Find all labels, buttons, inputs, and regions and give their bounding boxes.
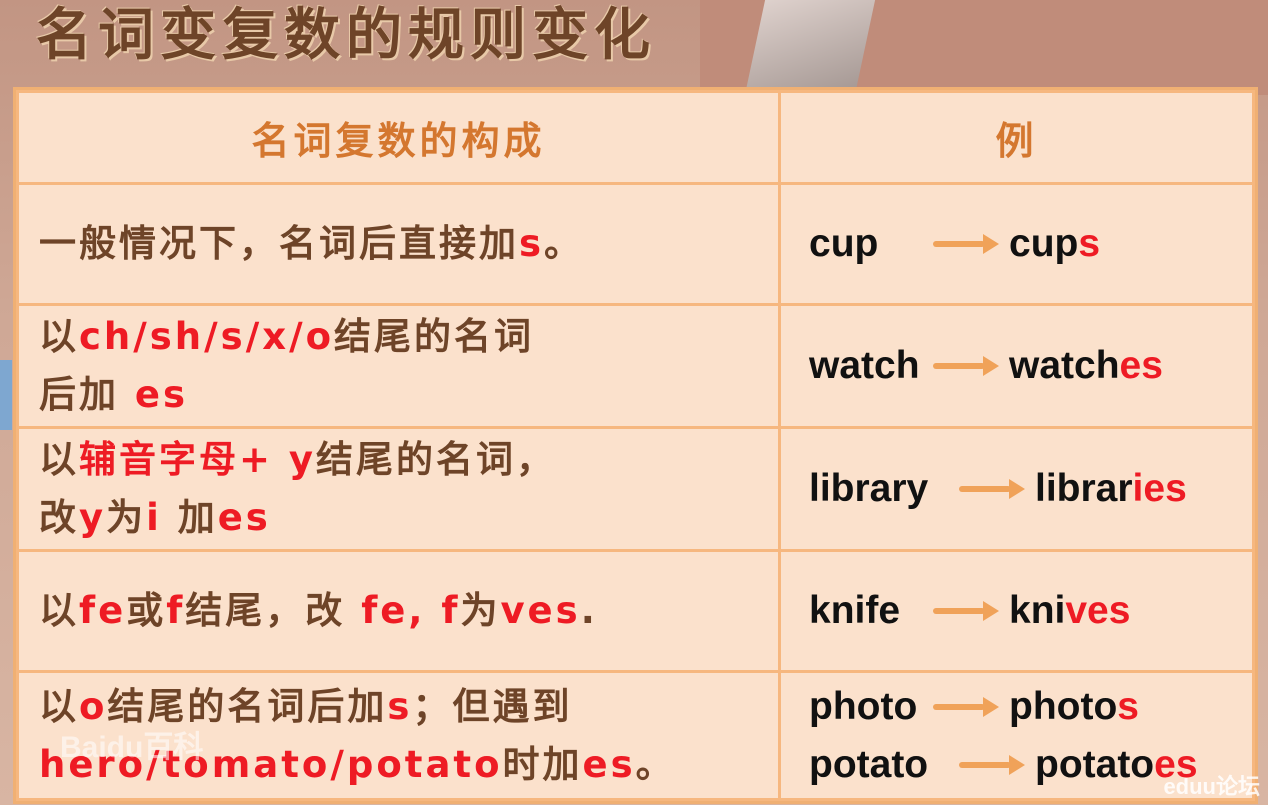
plural-suffix: es bbox=[1119, 344, 1163, 387]
header-formation: 名词复数的构成 bbox=[16, 90, 781, 185]
plural-word: knives bbox=[1009, 589, 1130, 633]
singular-word: watch bbox=[809, 344, 920, 387]
plural-suffix: s bbox=[1078, 222, 1101, 265]
rule-highlight: i bbox=[146, 496, 162, 539]
example-line: watch watches bbox=[809, 337, 1252, 395]
baidu-watermark: Baidu百科 bbox=[60, 731, 204, 764]
plural-base: watch bbox=[1009, 344, 1120, 387]
rule-text: 。 bbox=[544, 222, 585, 265]
rule-highlight: y bbox=[79, 496, 107, 539]
rule-highlight: f bbox=[166, 589, 186, 632]
rule-text: 时加 bbox=[502, 742, 583, 786]
example-line: photo photos bbox=[809, 678, 1252, 736]
rule-text: 以 bbox=[39, 438, 79, 481]
arrow-right-icon bbox=[959, 479, 1029, 499]
rule-text: 改 bbox=[39, 496, 79, 539]
rule-highlight: es bbox=[217, 496, 271, 539]
rule-highlight: ch/sh/s/x/o bbox=[79, 315, 334, 358]
table-row: 以fe或f结尾，改 fe, f为ves. knife knives bbox=[16, 549, 1255, 673]
arrow-right-icon bbox=[933, 356, 1003, 376]
page-title: 名词变复数的规则变化 bbox=[36, 3, 656, 68]
rule-text: 以 bbox=[39, 315, 79, 358]
rule-highlight: es bbox=[134, 373, 189, 416]
rule-highlight: es bbox=[582, 742, 636, 786]
plural-base: librar bbox=[1035, 467, 1133, 510]
singular-word: photo bbox=[809, 684, 918, 728]
table-row: 以ch/sh/s/x/o结尾的名词 后加 es watch watches bbox=[16, 303, 1255, 429]
rule-highlight: ves bbox=[500, 589, 581, 632]
singular-word: knife bbox=[809, 589, 901, 632]
singular-word: library bbox=[809, 467, 929, 510]
arrow-right-icon bbox=[933, 696, 1003, 717]
rule-text: 一般情况下，名词后直接加 bbox=[39, 222, 519, 265]
rule-line: 后加 es bbox=[39, 366, 778, 424]
example-line: cup cups bbox=[809, 215, 1252, 273]
rule-highlight: fe, f bbox=[361, 589, 461, 632]
header-example: 例 bbox=[778, 90, 1255, 185]
rule-highlight: s bbox=[519, 222, 545, 265]
rule-cell: 以fe或f结尾，改 fe, f为ves. bbox=[16, 549, 781, 673]
rule-text: . bbox=[580, 589, 598, 632]
rule-cell: 一般情况下，名词后直接加s。 bbox=[16, 182, 781, 306]
singular-word: potato bbox=[809, 742, 929, 786]
rule-cell: 以辅音字母+ y结尾的名词， 改y为i 加es bbox=[16, 426, 781, 552]
plural-suffix: ies bbox=[1132, 467, 1187, 510]
rule-text: 结尾的名词 bbox=[334, 315, 534, 358]
background-window bbox=[0, 360, 12, 430]
plural-word: watches bbox=[1009, 344, 1163, 388]
rule-text: 后加 bbox=[39, 373, 135, 416]
example-line: library libraries bbox=[809, 460, 1252, 518]
rule-line: 一般情况下，名词后直接加s。 bbox=[39, 215, 778, 273]
plural-word: cups bbox=[1009, 222, 1100, 266]
rule-text: 结尾，改 bbox=[185, 589, 362, 632]
rule-text: ；但遇到 bbox=[412, 684, 573, 728]
table-header-row: 名词复数的构成 例 bbox=[16, 90, 1255, 185]
plural-base: photo bbox=[1009, 684, 1118, 728]
example-cell: library libraries bbox=[778, 426, 1255, 552]
singular-word: cup bbox=[809, 222, 879, 265]
rule-text: 。 bbox=[635, 742, 676, 786]
rule-highlight: s bbox=[387, 684, 413, 728]
example-line: knife knives bbox=[809, 582, 1252, 640]
rule-line: 以ch/sh/s/x/o结尾的名词 bbox=[39, 308, 778, 366]
rule-line: 改y为i 加es bbox=[39, 489, 778, 547]
rule-line: 以fe或f结尾，改 fe, f为ves. bbox=[39, 582, 778, 640]
rule-text: 为 bbox=[460, 589, 501, 632]
arrow-right-icon bbox=[959, 754, 1029, 775]
background-chimney bbox=[744, 0, 876, 95]
plural-suffix: s bbox=[1117, 684, 1139, 728]
rule-highlight: 辅音字母+ y bbox=[79, 438, 317, 481]
arrow-right-icon bbox=[933, 234, 1003, 254]
rule-cell: 以ch/sh/s/x/o结尾的名词 后加 es bbox=[16, 303, 781, 429]
rule-text: 以 bbox=[39, 589, 79, 632]
plural-base: potato bbox=[1035, 742, 1155, 786]
eduu-watermark: eduu论坛 bbox=[1163, 774, 1260, 799]
plural-word: photos bbox=[1009, 685, 1139, 729]
example-cell: knife knives bbox=[778, 549, 1255, 673]
arrow-right-icon bbox=[933, 601, 1003, 621]
table-row: 以辅音字母+ y结尾的名词， 改y为i 加es library libraries bbox=[16, 426, 1255, 552]
rule-text: 结尾的名词， bbox=[316, 438, 557, 481]
rules-table: 名词复数的构成 例 一般情况下，名词后直接加s。 cup cups 以ch/sh/… bbox=[16, 90, 1255, 801]
rule-text: 或 bbox=[126, 589, 167, 632]
table-row: 一般情况下，名词后直接加s。 cup cups bbox=[16, 182, 1255, 306]
rule-text: 加 bbox=[161, 496, 218, 539]
plural-base: kni bbox=[1009, 589, 1066, 632]
rule-text: 为 bbox=[106, 496, 147, 539]
rule-highlight: fe bbox=[79, 589, 127, 632]
plural-base: cup bbox=[1009, 222, 1079, 265]
plural-word: libraries bbox=[1035, 467, 1187, 511]
rule-line: 以辅音字母+ y结尾的名词， bbox=[39, 431, 778, 489]
example-cell: watch watches bbox=[778, 303, 1255, 429]
example-cell: cup cups bbox=[778, 182, 1255, 306]
plural-suffix: ves bbox=[1065, 589, 1131, 632]
